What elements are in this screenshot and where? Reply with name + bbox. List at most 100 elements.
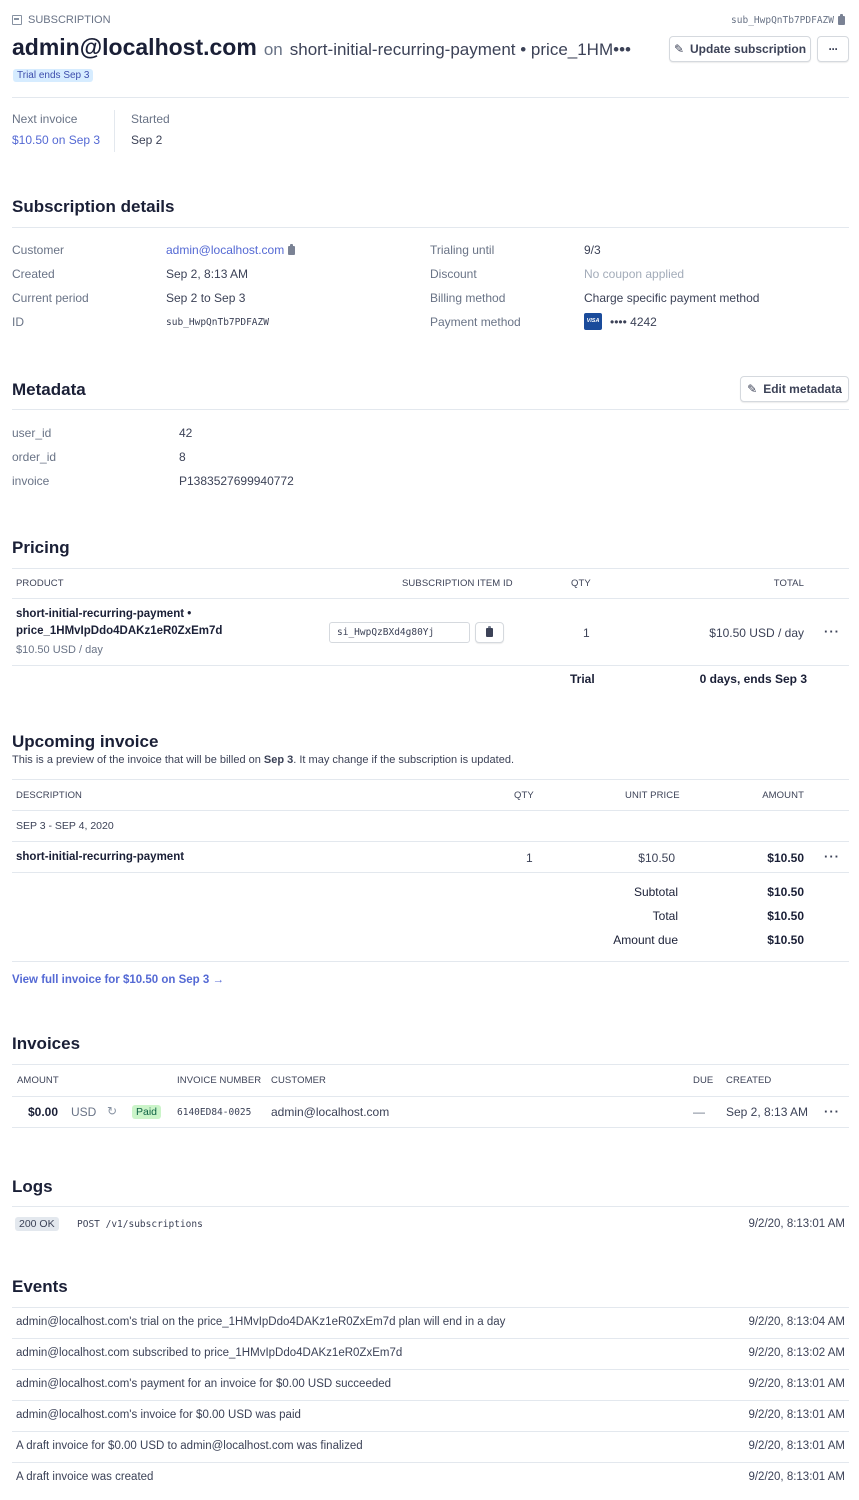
invoice-currency: USD [71,1105,97,1119]
detail-label: Created [12,267,55,281]
metadata-key: invoice [12,474,50,488]
event-divider [12,1400,849,1401]
column-header-created: CREATED [726,1075,772,1086]
metadata-value: 8 [179,450,186,464]
event-time: 9/2/20, 8:13:01 AM [748,1440,845,1452]
customer-link[interactable]: admin@localhost.com [166,243,284,257]
total-value: $10.50 [767,909,804,923]
event-divider [12,1338,849,1339]
subtotal-label: Subtotal [633,885,678,899]
edit-metadata-button[interactable]: ✎ Edit metadata [740,376,849,402]
next-invoice-summary: Next invoice $10.50 on Sep 3 [12,112,100,147]
update-subscription-button[interactable]: ✎ Update subscription [669,36,811,62]
subscription-id-copy[interactable]: sub_HwpQnTb7PDFAZW [731,14,845,26]
event-text: admin@localhost.com's payment for an inv… [16,1378,392,1390]
pricing-qty: 1 [583,626,590,640]
customer-email-title[interactable]: admin@localhost.com [12,34,257,61]
upcoming-desc-date: Sep 3 [263,754,294,766]
edit-metadata-label: Edit metadata [763,382,842,396]
logs-title: Logs [12,1177,53,1196]
subscription-details-title: Subscription details [12,197,175,216]
pricing-title: Pricing [12,538,70,557]
log-time: 9/2/20, 8:13:01 AM [748,1218,845,1230]
column-header-product: PRODUCT [16,578,64,589]
event-divider [12,1369,849,1370]
invoice-number: 6140ED84-0025 [177,1107,252,1118]
event-text: admin@localhost.com's invoice for $0.00 … [16,1409,301,1421]
detail-label: Discount [430,267,477,281]
column-header-amount: AMOUNT [17,1075,59,1086]
column-header-due: DUE [693,1075,714,1086]
view-full-invoice-link[interactable]: View full invoice for $10.50 on Sep 3 → [12,974,224,986]
event-text: admin@localhost.com subscribed to price_… [16,1347,403,1359]
trial-value: 0 days, ends Sep 3 [699,672,807,686]
pricing-product-line1[interactable]: short-initial-recurring-payment • [16,608,191,620]
discount-value: No coupon applied [584,267,685,281]
metadata-key: order_id [12,450,57,464]
upcoming-desc-prefix: This is a preview of the invoice that wi… [12,754,264,766]
pencil-icon: ✎ [747,382,758,396]
invoice-line-amount: $10.50 [767,851,804,865]
payment-method-value[interactable]: VISA •••• 4242 [584,313,657,330]
invoice-period: SEP 3 - SEP 4, 2020 [16,820,114,832]
amount-due-label: Amount due [613,933,678,947]
invoice-due: — [693,1105,705,1119]
invoice-created: Sep 2, 8:13 AM [726,1105,809,1119]
event-divider [12,1431,849,1432]
event-time: 9/2/20, 8:13:01 AM [748,1409,845,1421]
subscription-label: SUBSCRIPTION [28,14,111,26]
metadata-value: P1383527699940772 [179,474,294,488]
subtotal-value: $10.50 [767,885,804,899]
clipboard-icon[interactable] [838,14,845,25]
pricing-product-price: $10.50 USD / day [16,644,103,656]
column-header-qty: QTY [571,578,591,589]
invoice-line-more-icon[interactable]: ··· [824,849,840,864]
event-time: 9/2/20, 8:13:02 AM [748,1347,845,1359]
invoices-title: Invoices [12,1034,81,1053]
clipboard-icon [486,626,493,637]
column-header-invoice-number: INVOICE NUMBER [177,1075,262,1086]
total-label: Total [652,909,678,923]
more-actions-button[interactable]: ··· [817,36,849,62]
column-header-description: DESCRIPTION [16,790,83,801]
detail-label: Current period [12,291,89,305]
customer-link-row[interactable]: admin@localhost.com [166,243,296,257]
detail-label: Customer [12,243,65,257]
pencil-icon: ✎ [673,42,685,56]
detail-label: ID [12,315,24,329]
trial-label: Trial [570,672,595,686]
metadata-value: 42 [179,426,193,440]
trial-status-badge: Trial ends Sep 3 [13,69,94,82]
trialing-until-value: 9/3 [584,243,601,257]
amount-due-value: $10.50 [767,933,804,947]
pricing-row-more-icon[interactable]: ··· [824,624,840,639]
clipboard-icon[interactable] [288,243,296,255]
column-header-unit-price: UNIT PRICE [625,790,680,801]
card-last4: •••• 4242 [610,314,657,329]
created-value: Sep 2, 8:13 AM [166,267,249,281]
log-request: POST /v1/subscriptions [77,1219,203,1230]
detail-label: Trialing until [430,243,495,257]
event-text: A draft invoice was created [16,1471,154,1483]
copy-item-id-button[interactable] [475,622,504,643]
invoice-row-more-icon[interactable]: ··· [824,1104,840,1119]
subscription-item-id-field[interactable]: si_HwpQzBXd4g80Yj [329,622,470,643]
billing-method-value: Charge specific payment method [584,291,760,305]
event-text: A draft invoice for $0.00 USD to admin@l… [16,1440,363,1452]
column-header-customer: CUSTOMER [271,1075,326,1086]
plan-name-title: short-initial-recurring-payment • price_… [289,40,631,59]
event-time: 9/2/20, 8:13:04 AM [748,1316,845,1328]
recurring-icon: ↻ [107,1104,118,1118]
subscription-label-row: SUBSCRIPTION [12,14,111,26]
pricing-product-line2[interactable]: price_1HMvIpDdo4DAKz1eR0ZxEm7d [16,625,222,637]
column-header-qty: QTY [514,790,534,801]
invoice-status-badge: Paid [132,1105,162,1119]
upcoming-invoice-description: This is a preview of the invoice that wi… [12,754,514,766]
upcoming-invoice-title: Upcoming invoice [12,732,159,751]
invoice-line-description: short-initial-recurring-payment [16,851,185,863]
summary-divider [114,110,115,152]
subscription-icon [12,15,22,25]
next-invoice-value[interactable]: $10.50 on Sep 3 [12,133,100,147]
current-period-value: Sep 2 to Sep 3 [166,291,246,305]
subscription-id-value: sub_HwpQnTb7PDFAZW [166,317,269,328]
